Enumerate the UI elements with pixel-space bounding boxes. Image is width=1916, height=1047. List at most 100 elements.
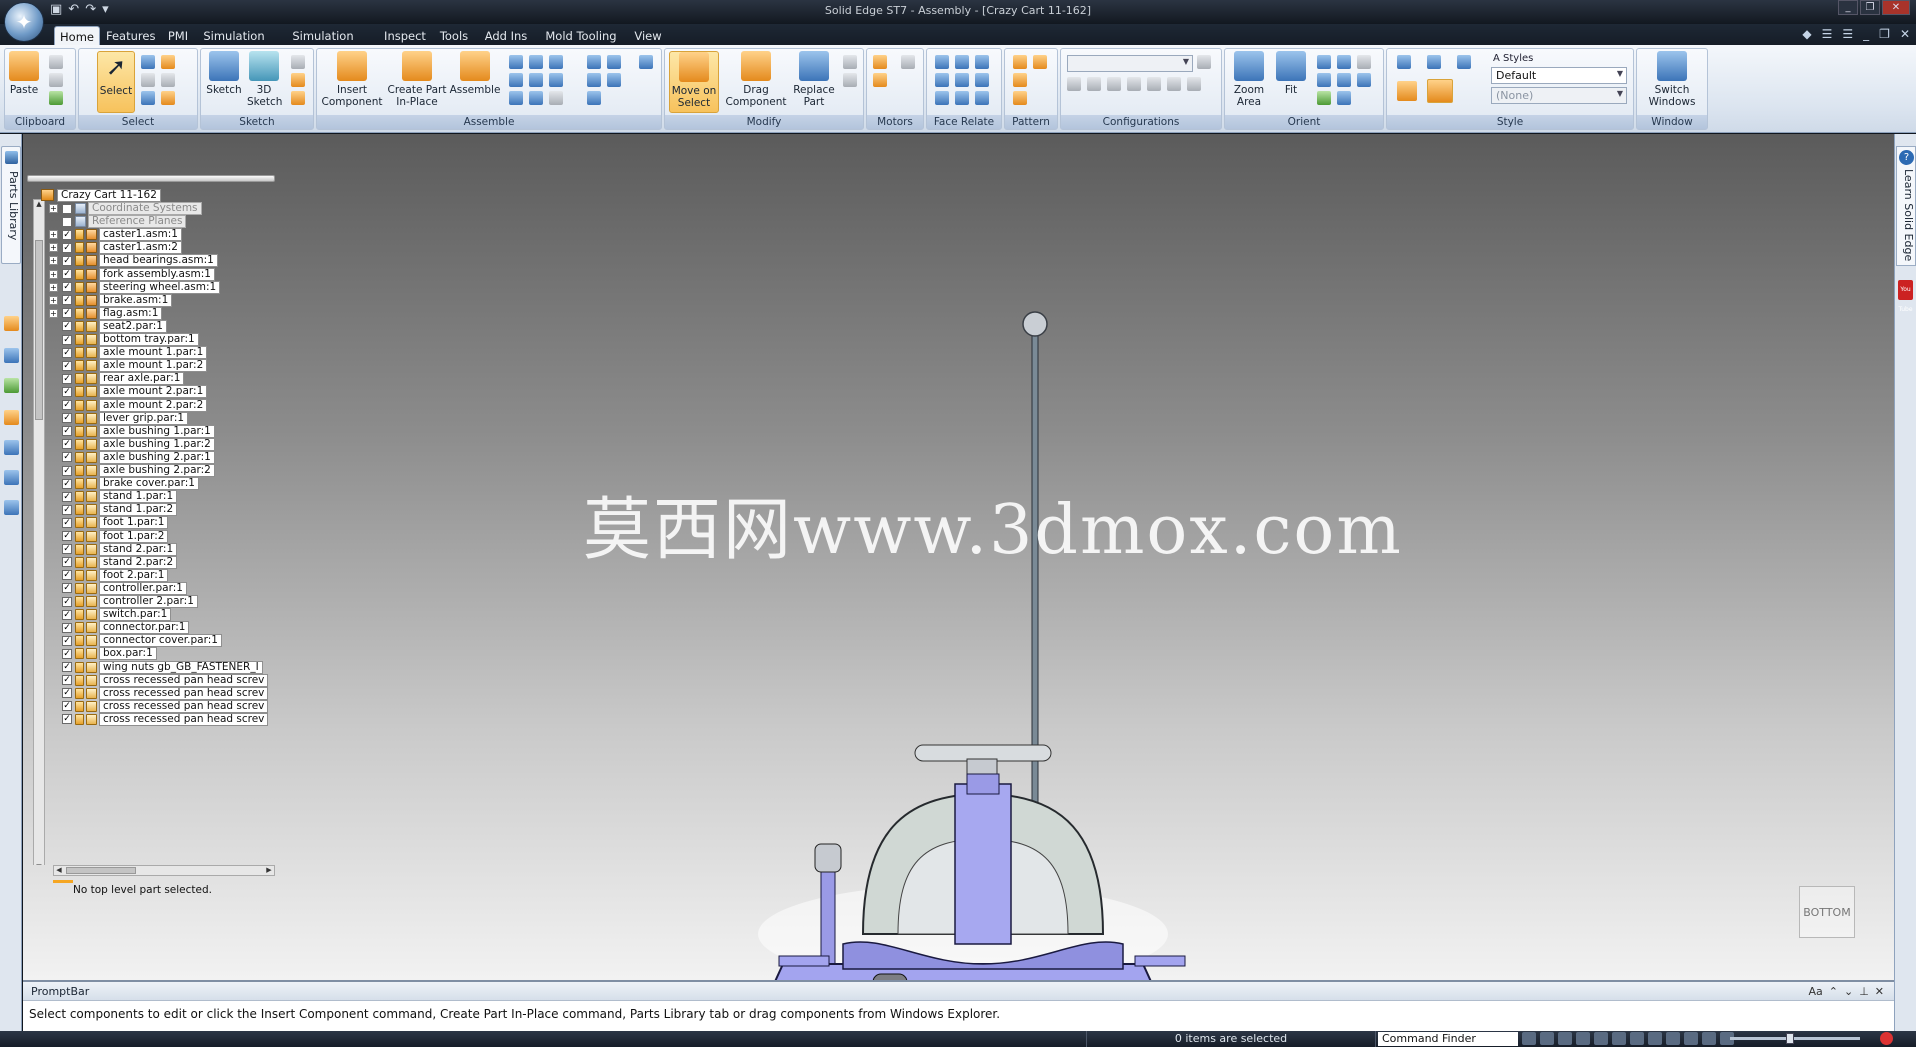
help-options-icon[interactable]: ◆	[1802, 27, 1811, 41]
mirror-icon[interactable]	[1013, 73, 1027, 87]
sketch-button[interactable]: Sketch	[205, 51, 243, 96]
visibility-checkbox[interactable]: ✓	[62, 360, 72, 371]
minimize-button[interactable]: _	[1838, 0, 1858, 15]
tree-row[interactable]: ✓ axle mount 2.par:1	[49, 385, 208, 399]
tree-row[interactable]: ✓ axle bushing 2.par:2	[49, 464, 215, 477]
status-rotate-icon[interactable]	[1594, 1032, 1608, 1045]
visibility-checkbox[interactable]: ✓	[62, 557, 72, 568]
sketch-view-icon[interactable]	[1337, 91, 1351, 105]
visibility-checkbox[interactable]: ✓	[62, 282, 72, 293]
face-perp-icon[interactable]	[955, 73, 969, 87]
expand-icon[interactable]: +	[49, 269, 58, 279]
quickpick-icon[interactable]	[141, 55, 155, 69]
pathfinder-resize-bar[interactable]	[27, 175, 275, 182]
cart-model[interactable]	[723, 174, 1203, 994]
visibility-checkbox[interactable]: ✓	[62, 635, 72, 646]
scroll-left-icon[interactable]: ◀	[54, 866, 64, 874]
visibility-checkbox[interactable]: ✓	[62, 701, 72, 712]
spin-icon[interactable]	[1337, 73, 1351, 87]
fit-button[interactable]: Fit	[1273, 51, 1309, 96]
status-zoom-area-icon[interactable]	[1522, 1032, 1536, 1045]
path-icon[interactable]	[587, 91, 601, 105]
pathfinder-separator[interactable]	[53, 880, 73, 883]
refresh-icon[interactable]	[1317, 91, 1331, 105]
status-fit-icon[interactable]	[1558, 1032, 1572, 1045]
insert-component-button[interactable]: Insert Component	[321, 51, 383, 108]
visibility-checkbox[interactable]: ✓	[62, 295, 72, 306]
visibility-checkbox[interactable]: ✓	[62, 426, 72, 437]
status-view-icon[interactable]	[1648, 1032, 1662, 1045]
status-spin-icon[interactable]	[1612, 1032, 1626, 1045]
visibility-checkbox[interactable]: ✓	[62, 465, 72, 476]
expand-icon[interactable]: +	[49, 243, 58, 253]
tree-row[interactable]: ✓ seat2.par:1	[49, 319, 167, 333]
gear-rel-icon[interactable]	[587, 55, 601, 69]
tree-row[interactable]: Reference Planes	[49, 215, 187, 229]
tree-row[interactable]: + ✓ brake.asm:1	[49, 293, 173, 307]
tree-row[interactable]: ✓ cross recessed pan head screv	[49, 673, 269, 687]
config-tool-4-icon[interactable]	[1127, 77, 1141, 91]
copy-icon[interactable]	[49, 73, 63, 87]
sensors-icon[interactable]	[4, 440, 19, 455]
paste-button[interactable]: Paste	[9, 51, 39, 96]
config-tool-1-icon[interactable]	[1067, 77, 1081, 91]
tree-row[interactable]: + Coordinate Systems	[49, 202, 202, 215]
simulate-motor-icon[interactable]	[901, 55, 915, 69]
visibility-checkbox[interactable]	[62, 203, 72, 214]
tab-mold-tooling[interactable]: Mold Tooling	[538, 26, 624, 46]
planar-align-icon[interactable]	[529, 55, 543, 69]
expand-icon[interactable]: +	[49, 204, 58, 213]
pathfinder-horizontal-scrollbar[interactable]: ◀ ▶	[53, 865, 275, 876]
application-button[interactable]: ✦	[4, 2, 44, 42]
tree-row[interactable]: ✓ cross recessed pan head screv	[49, 699, 269, 713]
format-painter-icon[interactable]	[49, 91, 63, 105]
coaxial-icon[interactable]	[955, 55, 969, 69]
sketch-tool-2-icon[interactable]	[291, 73, 305, 87]
assemble-button[interactable]: Assemble	[449, 51, 501, 96]
select-filter-icon[interactable]	[161, 73, 175, 87]
tree-row[interactable]: ✓ rear axle.par:1	[49, 372, 185, 386]
layers-icon[interactable]	[4, 348, 19, 363]
tab-features[interactable]: Features	[106, 26, 155, 46]
cut-icon[interactable]	[49, 55, 63, 69]
view-iso-icon[interactable]	[1397, 55, 1411, 69]
visibility-checkbox[interactable]: ✓	[62, 269, 72, 279]
config-save-icon[interactable]	[1197, 55, 1211, 69]
restore-button[interactable]: ❐	[1860, 0, 1880, 15]
relationship-assistant-icon[interactable]	[639, 55, 653, 69]
tree-row[interactable]: + ✓ caster1.asm:1	[49, 228, 182, 242]
tree-row[interactable]: ✓ box.par:1	[49, 647, 157, 661]
tree-row[interactable]: + ✓ caster1.asm:2	[49, 241, 182, 255]
pathfinder-icon[interactable]	[4, 316, 19, 331]
cam-icon[interactable]	[529, 91, 543, 105]
visibility-checkbox[interactable]: ✓	[62, 622, 72, 633]
visibility-checkbox[interactable]: ✓	[62, 583, 72, 594]
visibility-checkbox[interactable]: ✓	[62, 517, 72, 528]
visibility-checkbox[interactable]: ✓	[62, 609, 72, 620]
modify-tool-1-icon[interactable]	[843, 55, 857, 69]
relationships-icon[interactable]	[4, 470, 19, 485]
tree-row[interactable]: + ✓ head bearings.asm:1	[49, 254, 218, 268]
config-tool-3-icon[interactable]	[1107, 77, 1121, 91]
tab-pmi[interactable]: PMI	[162, 26, 194, 46]
learn-solid-edge-tab[interactable]: ? Learn Solid Edge	[1896, 146, 1916, 266]
tree-row[interactable]: ✓ cross recessed pan head screv	[49, 686, 269, 700]
visibility-checkbox[interactable]: ✓	[62, 439, 72, 450]
visibility-checkbox[interactable]: ✓	[62, 242, 72, 253]
hscroll-thumb[interactable]	[66, 867, 136, 874]
config-tool-6-icon[interactable]	[1167, 77, 1181, 91]
tree-row[interactable]: ✓ axle mount 2.par:2	[49, 398, 208, 412]
status-wire-icon[interactable]	[1702, 1032, 1716, 1045]
tree-row[interactable]: ✓ cross recessed pan head screv	[49, 712, 269, 726]
status-zoom-icon[interactable]	[1540, 1032, 1554, 1045]
insert-rel-icon[interactable]	[509, 73, 523, 87]
tree-row[interactable]: + ✓ steering wheel.asm:1	[49, 280, 221, 294]
restore-doc-icon[interactable]: ❐	[1879, 27, 1890, 41]
visibility-checkbox[interactable]: ✓	[62, 531, 72, 541]
tree-row[interactable]: + ✓ fork assembly.asm:1	[49, 267, 215, 281]
visibility-checkbox[interactable]: ✓	[62, 400, 72, 410]
zoom-icon[interactable]	[1317, 55, 1331, 69]
visibility-checkbox[interactable]: ✓	[62, 413, 72, 424]
visibility-checkbox[interactable]: ✓	[62, 255, 72, 266]
tree-row[interactable]: ✓ connector cover.par:1	[49, 634, 222, 648]
